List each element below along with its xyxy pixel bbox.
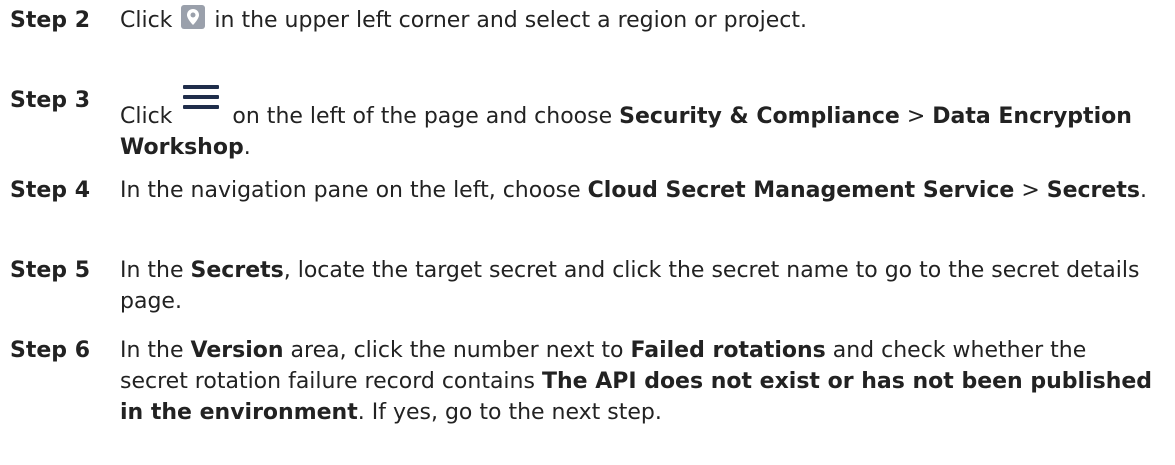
text-segment: . If yes, go to the next step. bbox=[357, 400, 662, 425]
step-text: Click on the left of the page and choose… bbox=[120, 85, 1160, 163]
text-segment: In the bbox=[120, 258, 191, 283]
text-segment: Click bbox=[120, 8, 180, 33]
ui-term-bold: Version bbox=[190, 338, 284, 363]
step-text: In the navigation pane on the left, choo… bbox=[120, 175, 1160, 206]
text-segment: on the left of the page and choose bbox=[225, 104, 620, 129]
text-segment: . bbox=[243, 135, 251, 160]
step-label: Step 3 bbox=[10, 88, 90, 113]
text-segment: . bbox=[1139, 178, 1147, 203]
menu-path-bold: Secrets bbox=[190, 258, 284, 283]
step-6: Step 6 In the Version area, click the nu… bbox=[0, 335, 1160, 428]
step-5: Step 5 In the Secrets, locate the target… bbox=[0, 255, 1160, 317]
text-segment: In the bbox=[120, 338, 191, 363]
step-text: In the Secrets, locate the target secret… bbox=[120, 255, 1160, 317]
step-label: Step 4 bbox=[10, 178, 90, 203]
menu-path-bold: Secrets bbox=[1046, 178, 1140, 203]
step-3: Step 3 Click on the left of the page and… bbox=[0, 85, 1160, 163]
step-text: In the Version area, click the number ne… bbox=[120, 335, 1160, 428]
step-label: Step 6 bbox=[10, 338, 90, 363]
location-pin-icon bbox=[181, 5, 206, 29]
step-text: Click in the upper left corner and selec… bbox=[120, 5, 1160, 36]
step-label: Step 2 bbox=[10, 8, 90, 33]
step-2: Step 2 Click in the upper left corner an… bbox=[0, 5, 1160, 36]
step-4: Step 4 In the navigation pane on the lef… bbox=[0, 175, 1160, 206]
text-segment: in the upper left corner and select a re… bbox=[207, 8, 807, 33]
text-segment: area, click the number next to bbox=[283, 338, 631, 363]
text-segment: > bbox=[899, 104, 933, 129]
text-segment: Click bbox=[120, 104, 180, 129]
text-segment: > bbox=[1014, 178, 1047, 203]
step-label: Step 5 bbox=[10, 258, 90, 283]
text-segment: In the navigation pane on the left, choo… bbox=[120, 178, 588, 203]
ui-term-bold: Failed rotations bbox=[630, 338, 826, 363]
hamburger-menu-icon bbox=[183, 85, 220, 113]
menu-path-bold: Cloud Secret Management Service bbox=[587, 178, 1015, 203]
menu-path-bold: Security & Compliance bbox=[619, 104, 900, 129]
